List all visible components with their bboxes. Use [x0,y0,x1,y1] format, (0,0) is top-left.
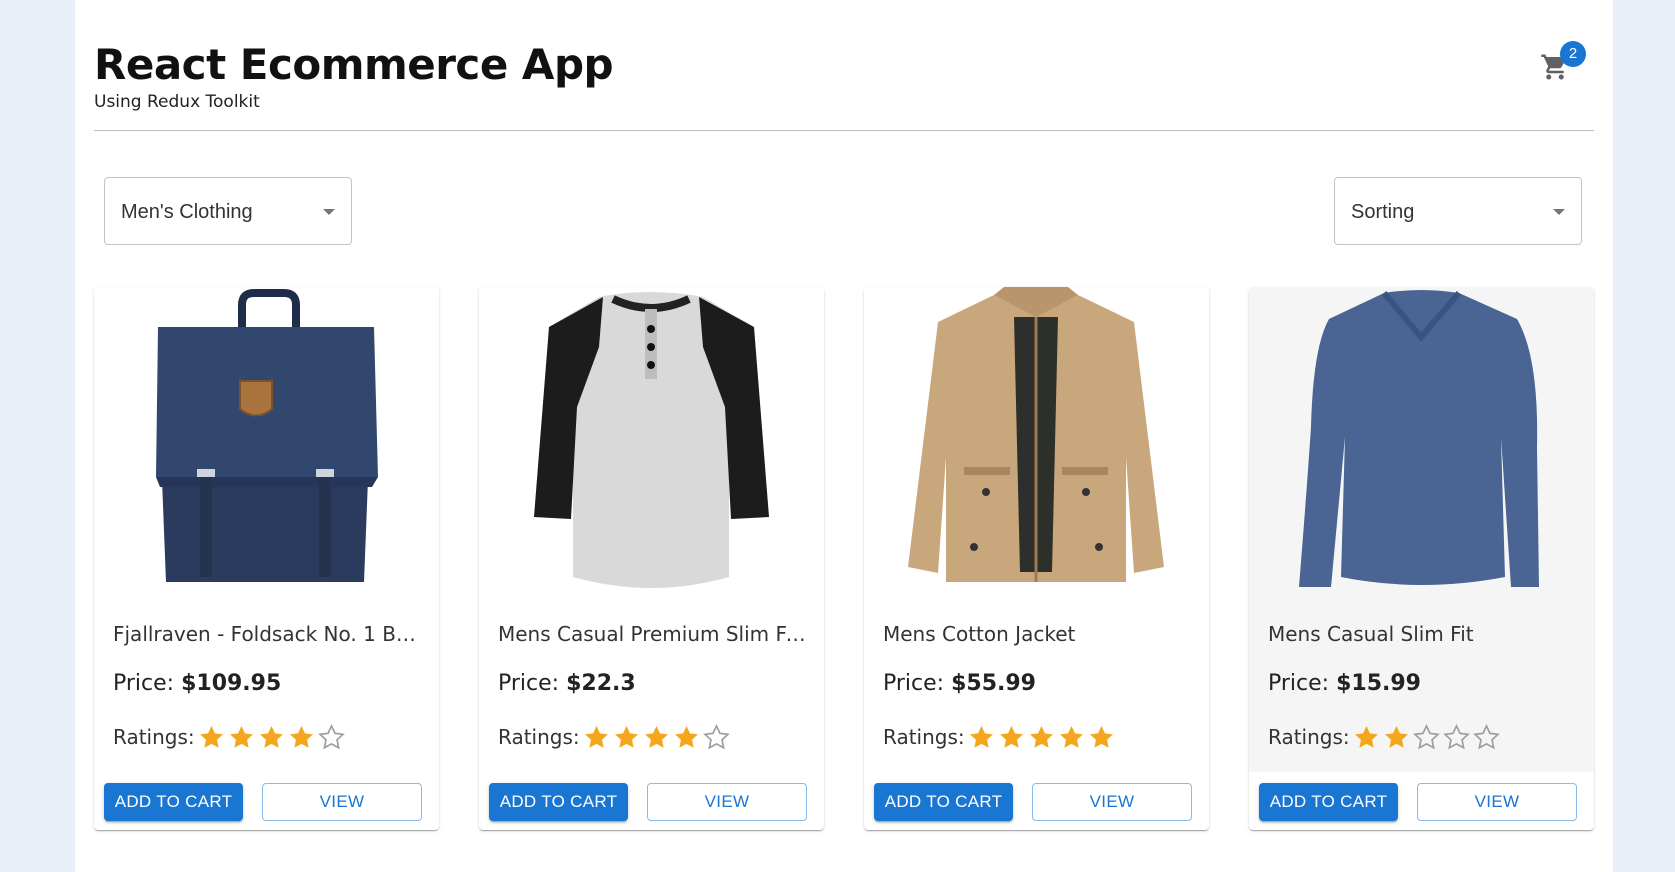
star-filled-icon [584,725,608,748]
price-label: Price: [498,671,567,696]
product-card: Fjallraven - Foldsack No. 1 Backpack, Fi… [94,287,439,830]
star-filled-icon [1384,725,1408,748]
price-value: $55.99 [951,671,1036,696]
price-value: $109.95 [181,671,282,696]
star-filled-icon [644,725,668,748]
product-card-action-area[interactable]: Mens Cotton Jacket Price: $55.99 Ratings… [864,287,1209,772]
chevron-down-icon [323,209,335,215]
add-to-cart-button[interactable]: ADD TO CART [104,783,243,821]
add-to-cart-button[interactable]: ADD TO CART [1259,783,1398,821]
star-empty-icon [1472,723,1500,749]
star-filled-icon [229,725,253,748]
star-filled-icon [999,725,1023,748]
product-ratings: Ratings: [883,722,1117,752]
longsleeve-shirt-icon [1299,290,1539,587]
star-filled-icon [969,725,993,748]
star-filled-icon [259,725,283,748]
product-card-action-area[interactable]: Mens Casual Premium Slim Fit T-Shirts Pr… [479,287,824,772]
star-empty-icon [317,723,345,749]
sorting-select[interactable]: Sorting [1334,177,1582,245]
app-title: React Ecommerce App [94,40,614,89]
add-to-cart-button[interactable]: ADD TO CART [489,783,628,821]
cart-count-badge: 2 [1560,41,1586,67]
product-card: Mens Casual Premium Slim Fit T-Shirts Pr… [479,287,824,830]
price-value: $22.3 [566,671,636,696]
view-button[interactable]: VIEW [1032,783,1192,821]
ratings-label: Ratings: [498,725,580,749]
sorting-select-value: Sorting [1351,201,1415,223]
view-button[interactable]: VIEW [262,783,422,821]
star-filled-icon [674,725,698,748]
product-card-action-area[interactable]: Fjallraven - Foldsack No. 1 Backpack, Fi… [94,287,439,772]
ratings-label: Ratings: [113,725,195,749]
ratings-label: Ratings: [883,725,965,749]
product-price: Price: $15.99 [1268,671,1421,696]
raglan-shirt-icon [534,292,769,588]
product-ratings: Ratings: [498,722,732,752]
star-filled-icon [1059,725,1083,748]
product-price: Price: $22.3 [498,671,636,696]
star-empty-icon [1442,723,1470,749]
backpack-icon [156,289,378,582]
product-card: Mens Casual Slim Fit Price: $15.99 Ratin… [1249,287,1594,830]
view-button[interactable]: VIEW [1417,783,1577,821]
price-label: Price: [1268,671,1337,696]
category-select[interactable]: Men's Clothing [104,177,352,245]
price-label: Price: [113,671,182,696]
jacket-icon [908,287,1164,582]
star-filled-icon [1089,725,1113,748]
product-name: Fjallraven - Foldsack No. 1 Backpack, Fi… [113,622,423,646]
product-name: Mens Cotton Jacket [883,622,1076,646]
product-name: Mens Casual Slim Fit [1268,622,1474,646]
app-header: React Ecommerce App Using Redux Toolkit … [94,0,1594,131]
star-filled-icon [614,725,638,748]
star-empty-icon [702,723,730,749]
ratings-label: Ratings: [1268,725,1350,749]
product-card: Mens Cotton Jacket Price: $55.99 Ratings… [864,287,1209,830]
category-select-value: Men's Clothing [121,201,253,223]
product-ratings: Ratings: [1268,722,1502,752]
product-ratings: Ratings: [113,722,347,752]
product-price: Price: $109.95 [113,671,281,696]
product-price: Price: $55.99 [883,671,1036,696]
app-subtitle: Using Redux Toolkit [94,92,260,112]
price-value: $15.99 [1336,671,1421,696]
star-filled-icon [289,725,313,748]
page-container: React Ecommerce App Using Redux Toolkit … [75,0,1613,872]
price-label: Price: [883,671,952,696]
view-button[interactable]: VIEW [647,783,807,821]
chevron-down-icon [1553,209,1565,215]
star-filled-icon [199,725,223,748]
product-name: Mens Casual Premium Slim Fit T-Shirts [498,622,808,646]
add-to-cart-button[interactable]: ADD TO CART [874,783,1013,821]
star-filled-icon [1029,725,1053,748]
star-filled-icon [1354,725,1378,748]
product-card-action-area[interactable]: Mens Casual Slim Fit Price: $15.99 Ratin… [1249,287,1594,772]
star-empty-icon [1412,723,1440,749]
